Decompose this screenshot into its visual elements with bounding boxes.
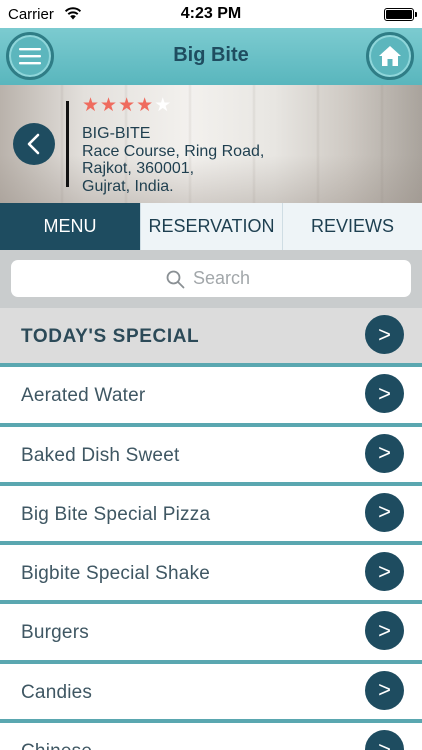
rating-stars: ★ ★ ★ ★ ★: [82, 96, 171, 116]
tab-reviews[interactable]: REVIEWS: [282, 203, 422, 250]
chevron-left-icon: [27, 133, 40, 155]
star-filled-icon: ★: [118, 95, 136, 116]
list-item[interactable]: Big Bite Special Pizza >: [0, 485, 422, 546]
restaurant-name: BIG-BITE: [82, 125, 151, 142]
back-button[interactable]: [13, 123, 55, 165]
list-item-label: Chinese: [21, 741, 92, 750]
list-item-label: Big Bite Special Pizza: [21, 503, 211, 525]
nav-header: Big Bite: [0, 28, 422, 85]
list-item-label: Baked Dish Sweet: [21, 444, 180, 466]
address-line: Gujrat, India.: [82, 177, 174, 195]
list-item-label: Burgers: [21, 622, 89, 644]
list-item[interactable]: Aerated Water >: [0, 367, 422, 427]
list-item-todays-special[interactable]: TODAY'S SPECIAL >: [0, 308, 422, 368]
page-title: Big Bite: [173, 44, 249, 66]
status-bar: Carrier 4:23 PM: [0, 0, 422, 28]
star-empty-icon: ★: [154, 95, 172, 116]
list-item[interactable]: Chinese >: [0, 723, 422, 750]
list-item-label: TODAY'S SPECIAL: [21, 326, 200, 347]
tab-bar: MENU RESERVATION REVIEWS: [0, 203, 422, 250]
restaurant-banner: ★ ★ ★ ★ ★ BIG-BITE Race Course, Ring Road, R…: [0, 85, 422, 203]
battery-icon: [384, 8, 417, 21]
chevron-right-icon[interactable]: >: [365, 374, 404, 414]
list-item-label: Candies: [21, 681, 93, 703]
list-item[interactable]: Bigbite Special Shake >: [0, 545, 422, 605]
status-time: 4:23 PM: [180, 5, 242, 22]
chevron-right-icon[interactable]: >: [365, 730, 404, 750]
search-icon: [166, 270, 185, 289]
search-input[interactable]: [193, 260, 393, 297]
list-item[interactable]: Baked Dish Sweet >: [0, 426, 422, 486]
chevron-right-icon[interactable]: >: [365, 611, 404, 651]
list-item[interactable]: Burgers >: [0, 604, 422, 664]
chevron-right-icon[interactable]: >: [365, 670, 404, 710]
menu-list: TODAY'S SPECIAL > Aerated Water > Baked …: [0, 308, 422, 750]
chevron-right-icon[interactable]: >: [365, 315, 404, 354]
address-line: Rajkot, 360001,: [82, 160, 195, 177]
list-item[interactable]: Candies >: [0, 663, 422, 724]
chevron-right-icon[interactable]: >: [365, 492, 404, 532]
tab-menu[interactable]: MENU: [0, 203, 140, 250]
chevron-right-icon[interactable]: >: [365, 552, 404, 592]
tab-reservation[interactable]: RESERVATION: [140, 203, 282, 250]
list-item-label: Bigbite Special Shake: [21, 563, 211, 585]
star-filled-icon: ★: [136, 95, 154, 116]
star-filled-icon: ★: [100, 95, 118, 116]
chevron-right-icon[interactable]: >: [365, 433, 404, 473]
banner-divider: [66, 101, 69, 187]
restaurant-address: BIG-BITE Race Course, Ring Road, Rajkot,…: [82, 125, 264, 195]
search-box[interactable]: [11, 260, 411, 297]
home-icon: [379, 46, 401, 66]
address-line: Race Course, Ring Road,: [82, 142, 265, 160]
list-item-label: Aerated Water: [21, 385, 146, 407]
home-button[interactable]: [366, 32, 414, 80]
star-filled-icon: ★: [82, 95, 100, 116]
search-bar: [0, 250, 422, 308]
